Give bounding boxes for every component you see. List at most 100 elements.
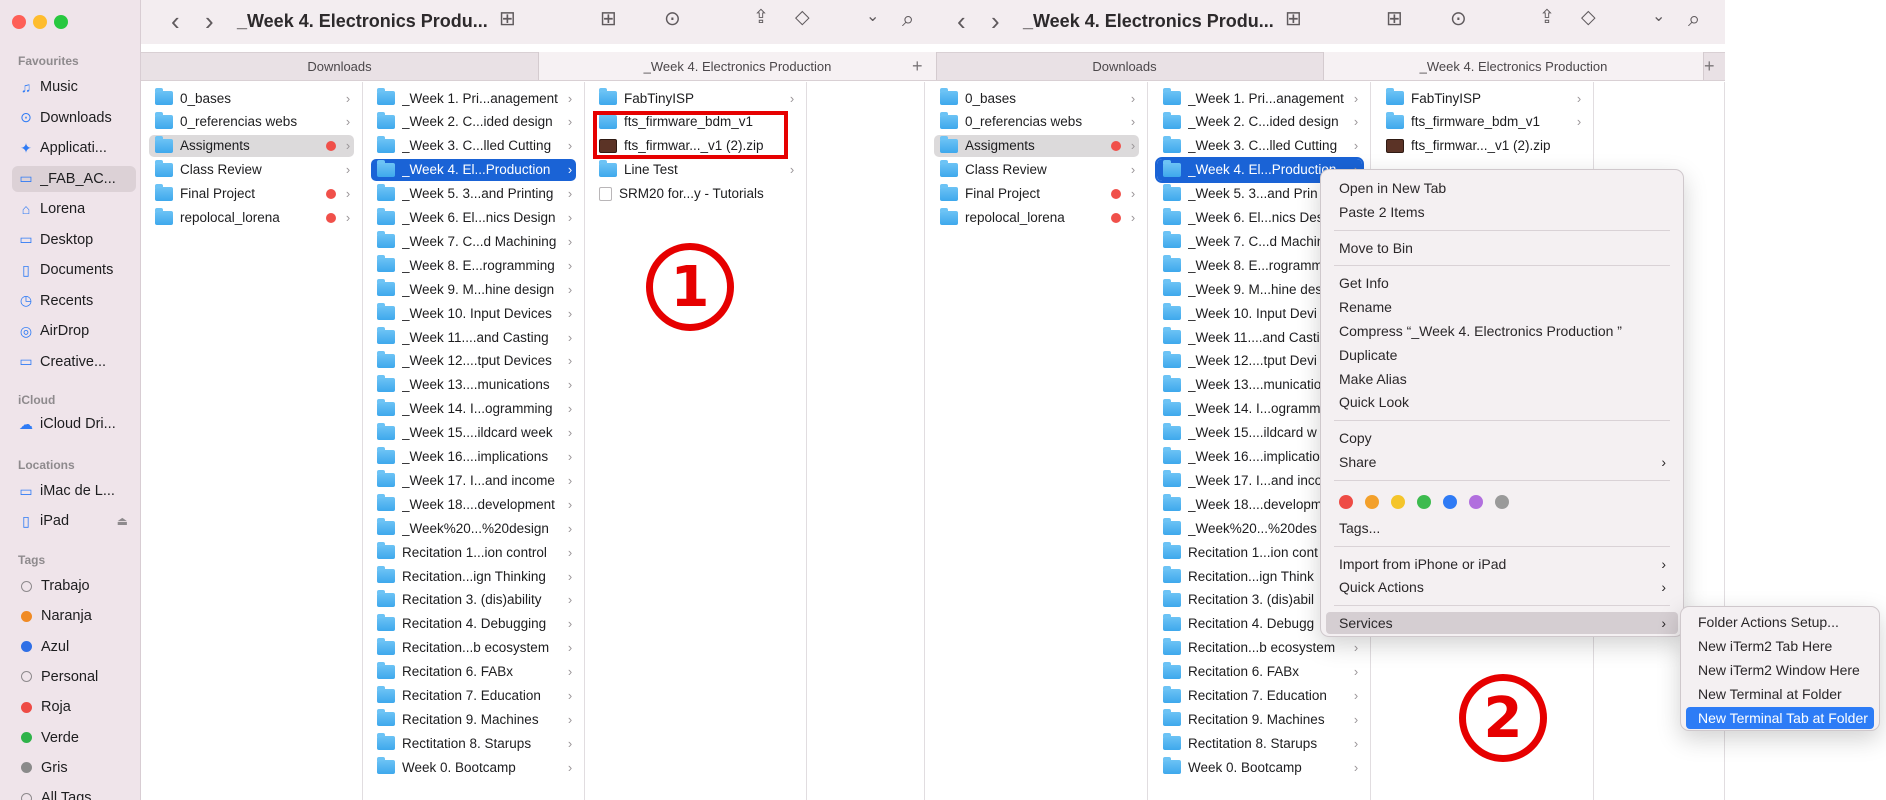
- folder-row[interactable]: Final Project ›: [934, 183, 1139, 205]
- more-actions-button[interactable]: ⊙: [664, 6, 681, 31]
- subfolder-row[interactable]: _Week 16....implications ›: [371, 446, 576, 468]
- zoom-window-button[interactable]: [54, 15, 68, 29]
- sidebar-item[interactable]: ▭ Desktop: [12, 227, 136, 253]
- subfolder-row[interactable]: Recitation 7. Education ›: [1157, 685, 1362, 707]
- eject-icon[interactable]: ⏏: [117, 514, 128, 528]
- subfolder-row[interactable]: Recitation...b ecosystem ›: [1157, 637, 1362, 659]
- sidebar-item[interactable]: Roja: [12, 694, 136, 720]
- services-menu-item[interactable]: New iTerm2 Tab Here: [1686, 635, 1874, 657]
- back-button[interactable]: ‹: [171, 6, 180, 37]
- menu-item[interactable]: Get Info: [1326, 272, 1678, 294]
- new-tab-button[interactable]: +: [1704, 56, 1715, 77]
- tag-color-option[interactable]: [1339, 494, 1353, 509]
- new-tab-button[interactable]: +: [912, 56, 923, 77]
- sidebar-item[interactable]: All Tags...: [12, 785, 136, 800]
- column-view-button[interactable]: ⊞: [1285, 6, 1302, 31]
- subfolder-row[interactable]: Recitation...ign Thinking ›: [371, 565, 576, 587]
- tag-color-option[interactable]: [1417, 494, 1431, 509]
- menu-item[interactable]: Duplicate: [1326, 344, 1678, 366]
- file-row[interactable]: FabTinyISP ›: [593, 87, 798, 109]
- folder-row[interactable]: repolocal_lorena ›: [934, 207, 1139, 229]
- subfolder-row[interactable]: Recitation 9. Machines ›: [371, 708, 576, 730]
- menu-item[interactable]: Share ›: [1326, 451, 1678, 473]
- sidebar-item[interactable]: ▯ Documents: [12, 257, 136, 283]
- menu-item[interactable]: Compress “_Week 4. Electronics Productio…: [1326, 320, 1678, 342]
- sidebar-item[interactable]: ◎ AirDrop: [12, 318, 136, 344]
- tag-color-option[interactable]: [1495, 494, 1509, 509]
- folder-row[interactable]: 0_bases ›: [149, 87, 354, 109]
- sidebar-item[interactable]: ▭ Creative...: [12, 349, 136, 375]
- subfolder-row[interactable]: _Week 14. I...ogramming ›: [371, 398, 576, 420]
- tab[interactable]: _Week 4. Electronics Production: [539, 52, 937, 80]
- subfolder-row[interactable]: Recitation 3. (dis)ability ›: [371, 589, 576, 611]
- group-button[interactable]: ⊞: [1386, 6, 1403, 31]
- sidebar-item[interactable]: ⌂ Lorena: [12, 196, 136, 222]
- tag-color-option[interactable]: [1443, 494, 1457, 509]
- subfolder-row[interactable]: _Week 10. Input Devices ›: [371, 302, 576, 324]
- folder-row[interactable]: 0_bases ›: [934, 87, 1139, 109]
- subfolder-row[interactable]: _Week%20...%20design ›: [371, 517, 576, 539]
- subfolder-row[interactable]: Recitation 4. Debugging ›: [371, 613, 576, 635]
- subfolder-row[interactable]: _Week 12....tput Devices ›: [371, 350, 576, 372]
- subfolder-row[interactable]: _Week 9. M...hine design ›: [371, 278, 576, 300]
- column-view-button[interactable]: ⊞: [499, 6, 516, 31]
- sidebar-item[interactable]: Azul: [12, 634, 136, 660]
- folder-row[interactable]: Class Review ›: [934, 159, 1139, 181]
- menu-item[interactable]: Quick Look: [1326, 391, 1678, 413]
- services-menu-item[interactable]: New iTerm2 Window Here: [1686, 659, 1874, 681]
- more-actions-button[interactable]: ⊙: [1450, 6, 1467, 31]
- tag-button[interactable]: ◇: [1581, 6, 1596, 29]
- subfolder-row[interactable]: _Week 1. Pri...anagement ›: [371, 87, 576, 109]
- subfolder-row[interactable]: Week 0. Bootcamp ›: [1157, 756, 1362, 778]
- sidebar-item[interactable]: Gris: [12, 755, 136, 781]
- subfolder-row[interactable]: _Week 8. E...rogramming ›: [371, 254, 576, 276]
- subfolder-row[interactable]: Recitation 9. Machines ›: [1157, 708, 1362, 730]
- subfolder-row[interactable]: Recitation 6. FABx ›: [1157, 661, 1362, 683]
- forward-button[interactable]: ›: [205, 6, 214, 37]
- tag-color-option[interactable]: [1469, 494, 1483, 509]
- sidebar-item[interactable]: ✦ Applicati...: [12, 135, 136, 161]
- subfolder-row[interactable]: _Week 3. C...lled Cutting ›: [1157, 135, 1362, 157]
- subfolder-row[interactable]: _Week 11....and Casting ›: [371, 326, 576, 348]
- subfolder-row[interactable]: Recitation 1...ion control ›: [371, 541, 576, 563]
- sidebar-item[interactable]: Naranja: [12, 603, 136, 629]
- tab[interactable]: Downloads: [141, 52, 539, 80]
- tag-color-option[interactable]: [1365, 494, 1379, 509]
- tab[interactable]: _Week 4. Electronics Production: [1324, 52, 1704, 80]
- menu-item[interactable]: Copy: [1326, 427, 1678, 449]
- subfolder-row[interactable]: Recitation...b ecosystem ›: [371, 637, 576, 659]
- menu-item[interactable]: Quick Actions ›: [1326, 576, 1678, 598]
- file-row[interactable]: SRM20 for...y - Tutorials: [593, 183, 798, 205]
- subfolder-row[interactable]: _Week 6. El...nics Design ›: [371, 207, 576, 229]
- sidebar-item[interactable]: ♫ Music: [12, 74, 136, 100]
- services-menu-item[interactable]: New Terminal at Folder: [1686, 683, 1874, 705]
- chevron-down-icon[interactable]: ⌄: [1652, 6, 1665, 26]
- search-button[interactable]: ⌕: [1688, 6, 1700, 32]
- subfolder-row[interactable]: Rectitation 8. Starups ›: [1157, 732, 1362, 754]
- folder-row[interactable]: 0_referencias webs ›: [149, 111, 354, 133]
- group-button[interactable]: ⊞: [600, 6, 617, 31]
- subfolder-row[interactable]: Week 0. Bootcamp ›: [371, 756, 576, 778]
- file-row[interactable]: fts_firmwar..._v1 (2).zip: [1380, 135, 1585, 157]
- forward-button[interactable]: ›: [991, 6, 1000, 37]
- share-button[interactable]: ⇪: [753, 6, 769, 29]
- subfolder-row[interactable]: Recitation 7. Education ›: [371, 685, 576, 707]
- folder-row[interactable]: 0_referencias webs ›: [934, 111, 1139, 133]
- folder-row[interactable]: Class Review ›: [149, 159, 354, 181]
- menu-item[interactable]: Import from iPhone or iPad ›: [1326, 553, 1678, 575]
- file-row[interactable]: fts_firmware_bdm_v1 ›: [1380, 111, 1585, 133]
- back-button[interactable]: ‹: [957, 6, 966, 37]
- sidebar-item[interactable]: ⊙ Downloads: [12, 105, 136, 131]
- tab[interactable]: Downloads: [926, 52, 1324, 80]
- menu-item[interactable]: Paste 2 Items: [1326, 201, 1678, 223]
- search-button[interactable]: ⌕: [902, 6, 914, 32]
- subfolder-row[interactable]: _Week 7. C...d Machining ›: [371, 230, 576, 252]
- subfolder-row[interactable]: Recitation 6. FABx ›: [371, 661, 576, 683]
- sidebar-item[interactable]: Trabajo: [12, 573, 136, 599]
- close-window-button[interactable]: [12, 15, 26, 29]
- sidebar-item[interactable]: ▭ _FAB_AC...: [12, 165, 136, 192]
- sidebar-item[interactable]: Verde: [12, 725, 136, 751]
- menu-item[interactable]: Tags...: [1326, 517, 1678, 539]
- subfolder-row[interactable]: _Week 13....munications ›: [371, 374, 576, 396]
- subfolder-row[interactable]: _Week 18....development ›: [371, 493, 576, 515]
